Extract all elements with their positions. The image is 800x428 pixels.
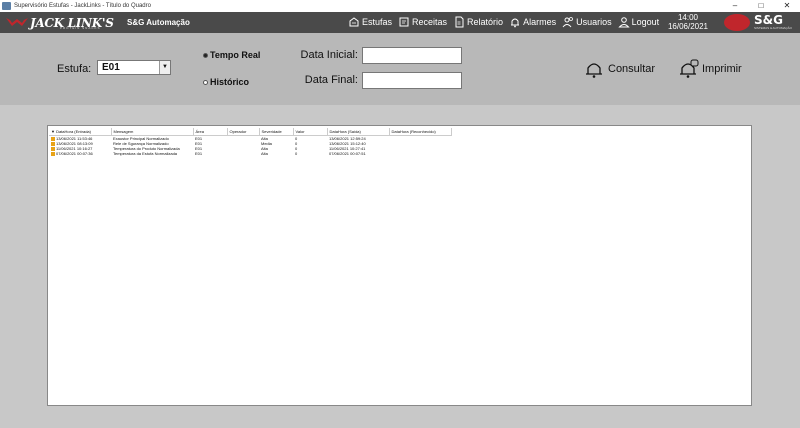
consultar-button[interactable]: Consultar bbox=[584, 59, 655, 79]
app-window: Supervisório Estufas - JackLinks - Títul… bbox=[0, 0, 800, 428]
cell: Alta bbox=[261, 151, 268, 156]
user-logout-icon bbox=[617, 17, 630, 28]
col-severidade[interactable]: Severidade bbox=[259, 128, 294, 136]
bell-print-icon bbox=[680, 59, 699, 78]
nav-label: Usuarios bbox=[576, 17, 612, 27]
estufa-icon bbox=[349, 17, 359, 27]
data-inicial-input[interactable] bbox=[362, 47, 462, 64]
chevron-down-icon[interactable]: ▼ bbox=[159, 61, 170, 74]
estufa-dropdown[interactable]: E01 ▼ bbox=[97, 60, 171, 75]
col-mensagem[interactable]: Mensagem bbox=[111, 128, 194, 136]
data-final-label: Data Final: bbox=[304, 74, 358, 86]
data-inicial-label: Data Inicial: bbox=[300, 49, 358, 61]
logo-subtext: PROTEIN SNACKS bbox=[60, 26, 101, 30]
col-datahora-reconhecido[interactable]: DataHora (Reconhecido) bbox=[389, 128, 452, 136]
alarm-grid[interactable]: ▼ DataHora (Entrada) Mensagem Área Opera… bbox=[47, 125, 752, 406]
warning-icon bbox=[51, 151, 55, 156]
cell: 0 bbox=[295, 151, 298, 156]
consultar-label: Consultar bbox=[608, 63, 656, 75]
company-name: S&G Automação bbox=[127, 18, 190, 27]
filter-panel: Estufa: E01 ▼ Tempo Real Histórico Data … bbox=[0, 33, 800, 105]
antlers-icon bbox=[6, 17, 28, 26]
app-header: JACK LINK'S PROTEIN SNACKS S&G Automação… bbox=[0, 12, 800, 33]
recipe-icon bbox=[399, 17, 409, 27]
nav-relatorio[interactable]: Relatório bbox=[453, 16, 503, 28]
sg-logo-text: S&G bbox=[754, 13, 783, 27]
main-nav: Estufas Receitas Relatório Alarmes Usuar… bbox=[348, 15, 665, 29]
report-icon bbox=[455, 16, 464, 28]
col-operador[interactable]: Operador bbox=[227, 128, 260, 136]
app-icon bbox=[2, 2, 11, 10]
nav-label: Estufas bbox=[362, 17, 393, 27]
cell: E01 bbox=[195, 151, 203, 156]
cell bbox=[227, 151, 259, 156]
nav-label: Alarmes bbox=[523, 17, 557, 27]
radio-historico[interactable]: Histórico bbox=[203, 77, 249, 87]
nav-estufas[interactable]: Estufas bbox=[348, 16, 392, 28]
clock-date: 16/06/2021 bbox=[667, 22, 709, 31]
close-button[interactable]: ✕ bbox=[774, 0, 800, 12]
radio-tempo-real[interactable]: Tempo Real bbox=[203, 50, 260, 60]
estufa-selected-value: E01 bbox=[102, 62, 120, 73]
radio-unselected-icon bbox=[203, 79, 208, 85]
nav-label: Relatório bbox=[467, 17, 504, 27]
nav-alarmes[interactable]: Alarmes bbox=[509, 16, 556, 28]
nav-usuarios[interactable]: Usuarios bbox=[562, 16, 612, 28]
maximize-button[interactable]: □ bbox=[748, 0, 774, 12]
window-titlebar: Supervisório Estufas - JackLinks - Títul… bbox=[0, 0, 800, 12]
nav-logout[interactable]: Logout bbox=[617, 16, 660, 28]
data-final-input[interactable] bbox=[362, 72, 462, 89]
users-icon bbox=[562, 17, 573, 28]
table-header-row: ▼ DataHora (Entrada) Mensagem Área Opera… bbox=[49, 128, 452, 136]
imprimir-button[interactable]: Imprimir bbox=[678, 59, 742, 79]
radio-selected-icon bbox=[203, 52, 208, 58]
window-title: Supervisório Estufas - JackLinks - Títul… bbox=[14, 3, 151, 9]
clock-time: 14:00 bbox=[677, 13, 699, 22]
col-valor[interactable]: Valor bbox=[293, 128, 328, 136]
col-area[interactable]: Área bbox=[193, 128, 228, 136]
cell: 07/06/2021 00:07:51 bbox=[329, 151, 366, 156]
cell bbox=[389, 151, 451, 156]
table-row[interactable]: 07/06/2021 00:07:36 Temperatura da Estuf… bbox=[49, 151, 451, 156]
clock: 14:00 16/06/2021 bbox=[662, 13, 714, 31]
sg-logo-mark bbox=[724, 14, 750, 31]
nav-label: Receitas bbox=[412, 17, 448, 27]
sg-logo: S&G SISTEMAS & AUTOMAÇÃO bbox=[724, 13, 798, 31]
sg-logo-subtext: SISTEMAS & AUTOMAÇÃO bbox=[754, 26, 792, 30]
nav-receitas[interactable]: Receitas bbox=[398, 16, 447, 28]
cell: 07/06/2021 00:07:36 bbox=[56, 151, 93, 156]
alarm-table: ▼ DataHora (Entrada) Mensagem Área Opera… bbox=[49, 128, 452, 156]
minimize-button[interactable]: – bbox=[722, 0, 748, 12]
radio-label: Histórico bbox=[210, 77, 250, 87]
col-datahora-entrada[interactable]: ▼ DataHora (Entrada) bbox=[49, 128, 112, 136]
radio-label: Tempo Real bbox=[210, 50, 261, 60]
cell: Temperatura da Estufa Normalizada bbox=[113, 151, 178, 156]
bell-icon bbox=[511, 18, 520, 28]
col-datahora-saida[interactable]: DataHora (Saída) bbox=[327, 128, 390, 136]
estufa-label: Estufa: bbox=[57, 63, 92, 75]
imprimir-label: Imprimir bbox=[702, 63, 742, 75]
nav-label: Logout bbox=[631, 17, 660, 27]
bell-search-icon bbox=[586, 63, 602, 78]
